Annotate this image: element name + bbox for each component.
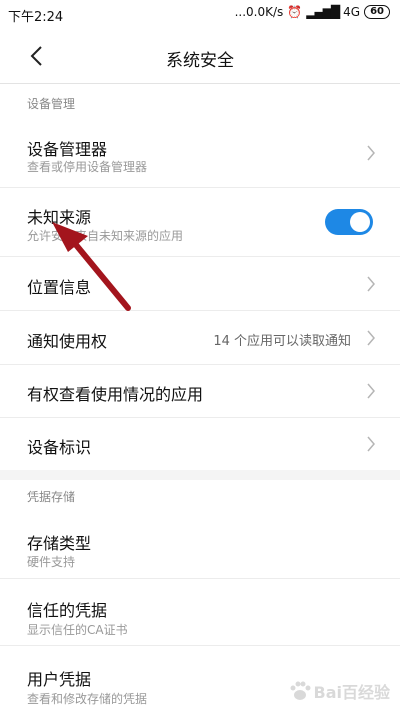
status-time: 下午2:24	[8, 10, 64, 25]
row-title: 设备标识	[27, 438, 92, 457]
signal-icon: ▂▄▆█	[306, 5, 340, 19]
chevron-right-icon	[367, 276, 375, 292]
nav-bar: 系统安全	[0, 28, 400, 84]
row-title: 设备管理器	[27, 140, 108, 159]
section-gap	[0, 470, 400, 480]
network-speed: ...0.0K/s	[234, 5, 284, 19]
battery-icon: 60	[364, 5, 390, 19]
row-subtitle: 硬件支持	[27, 555, 76, 569]
row-title: 未知来源	[27, 208, 92, 227]
row-usage-access[interactable]: 有权查看使用情况的应用	[0, 365, 400, 417]
section-header-device-management: 设备管理	[27, 97, 76, 111]
network-type: 4G	[343, 5, 361, 19]
row-unknown-sources[interactable]: 未知来源 允许安装来自未知来源的应用	[0, 188, 400, 256]
row-location[interactable]: 位置信息	[0, 257, 400, 310]
row-device-admins[interactable]: 设备管理器 查看或停用设备管理器	[0, 118, 400, 186]
row-title: 信任的凭据	[27, 601, 108, 620]
toggle-knob	[350, 212, 370, 232]
row-title: 通知使用权	[27, 332, 108, 351]
row-notification-access[interactable]: 通知使用权 14 个应用可以读取通知	[0, 311, 400, 364]
alarm-icon: ⏰	[287, 5, 303, 19]
paw-logo-icon	[290, 681, 311, 700]
row-detail: 14 个应用可以读取通知	[213, 334, 351, 349]
watermark: Bai百经验	[289, 679, 390, 703]
chevron-right-icon	[367, 436, 375, 452]
row-subtitle: 显示信任的CA证书	[27, 623, 128, 637]
row-subtitle: 查看或停用设备管理器	[27, 160, 148, 174]
row-device-id[interactable]: 设备标识	[0, 418, 400, 470]
watermark-text: Bai百经验	[313, 683, 390, 702]
unknown-sources-toggle[interactable]	[325, 209, 373, 235]
row-title: 位置信息	[27, 278, 92, 297]
row-subtitle: 允许安装来自未知来源的应用	[27, 229, 184, 243]
row-title: 用户凭据	[27, 670, 92, 689]
status-bar: 下午2:24 ...0.0K/s ⏰ ▂▄▆█ 4G 60	[0, 0, 400, 28]
chevron-right-icon	[367, 383, 375, 399]
row-subtitle: 查看和修改存储的凭据	[27, 692, 148, 706]
row-title: 存储类型	[27, 534, 92, 553]
chevron-right-icon	[367, 330, 375, 346]
status-indicators: ...0.0K/s ⏰ ▂▄▆█ 4G 60	[235, 5, 390, 19]
row-title: 有权查看使用情况的应用	[27, 385, 204, 404]
page-title: 系统安全	[166, 51, 234, 71]
row-storage-type: 存储类型 硬件支持	[0, 512, 400, 578]
section-header-credential-storage: 凭据存储	[27, 490, 76, 504]
chevron-right-icon	[367, 145, 375, 161]
row-trusted-credentials[interactable]: 信任的凭据 显示信任的CA证书	[0, 579, 400, 645]
